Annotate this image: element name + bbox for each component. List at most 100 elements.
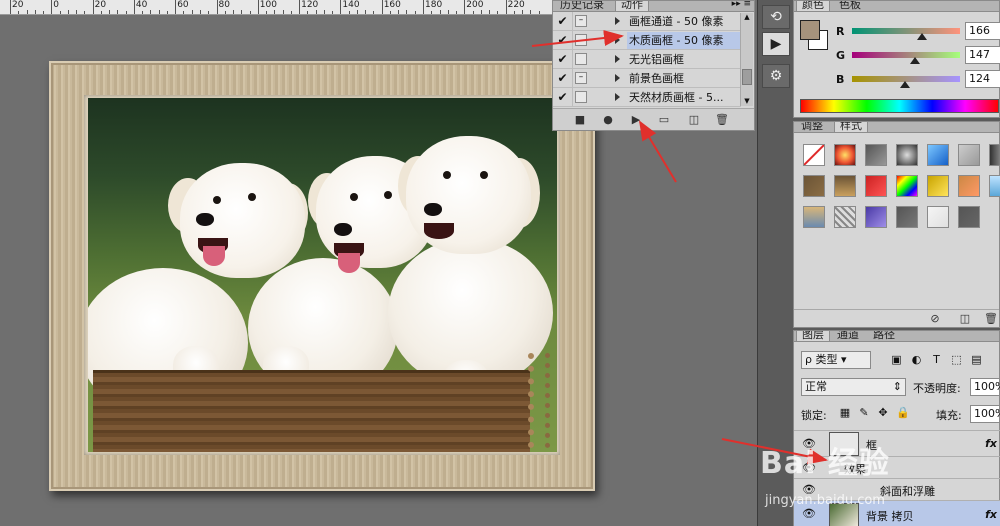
foreground-color-swatch[interactable] [800,20,820,40]
new-action-icon[interactable]: ◫ [687,113,701,127]
channel-knob-icon[interactable] [917,33,928,40]
actions-play-icon[interactable]: ▶ [762,32,790,56]
lock-image-icon[interactable]: ✎ [857,406,871,420]
tab-paths[interactable]: 路径 [868,331,900,341]
expand-triangle-icon[interactable] [615,74,620,82]
style-preset-swatch[interactable] [834,144,856,166]
fill-input[interactable]: 100% [970,405,1000,423]
channel-track[interactable] [852,52,960,58]
ruler-minor-tick [249,11,251,14]
action-row[interactable]: ✔ – 前景色画框 [553,69,741,88]
layer-kind-select[interactable]: ρ 类型 ▾ [801,351,871,369]
ruler-minor-tick [67,10,69,14]
dialog-toggle-icon[interactable] [575,53,587,65]
style-preset-swatch[interactable] [834,206,856,228]
scroll-down-icon[interactable]: ▼ [742,97,752,106]
tab-color[interactable]: 颜色 [796,1,830,11]
ruler-minor-tick [59,11,61,14]
expand-triangle-icon[interactable] [615,17,620,25]
channel-knob-icon[interactable] [899,81,910,88]
style-preset-swatch[interactable] [958,175,980,197]
toggle-check-icon[interactable]: ✔ [553,69,573,88]
scroll-up-icon[interactable]: ▲ [742,13,752,22]
delete-style-icon[interactable]: 🗑 [984,312,998,326]
actions-scrollbar[interactable]: ▲ ▼ [740,13,753,106]
style-preset-swatch[interactable] [958,206,980,228]
filter-pixel-icon[interactable]: ▣ [890,353,903,366]
style-preset-swatch[interactable] [896,175,918,197]
dialog-toggle-icon[interactable] [575,34,587,46]
channel-slider-r[interactable]: R 166 [834,22,1000,47]
style-preset-swatch[interactable] [896,144,918,166]
style-preset-swatch[interactable] [803,206,825,228]
ruler-minor-tick [497,11,499,14]
tab-history[interactable]: 历史记录 [555,1,609,11]
style-preset-swatch[interactable] [865,175,887,197]
filter-type-icon[interactable]: T [930,353,943,366]
panel-menu-icon[interactable]: ▸▸ ≡ [732,1,751,9]
tab-swatches[interactable]: 色板 [834,1,866,11]
dialog-toggle-icon[interactable] [575,91,587,103]
clear-style-icon[interactable]: ⊘ [928,312,942,326]
style-preset-swatch[interactable] [927,144,949,166]
style-preset-swatch[interactable] [958,144,980,166]
new-style-icon[interactable]: ◫ [958,312,972,326]
style-preset-swatch[interactable] [803,175,825,197]
tool-presets-icon[interactable]: ⚙ [762,64,790,88]
channel-track[interactable] [852,28,960,34]
tab-styles[interactable]: 样式 [834,122,868,132]
style-preset-swatch[interactable] [989,175,1000,197]
style-preset-swatch[interactable] [865,206,887,228]
play-icon[interactable]: ▶ [629,113,643,127]
layer-fx-badge[interactable]: fx [985,508,997,521]
scroll-thumb[interactable] [742,69,752,85]
tab-actions[interactable]: 动作 [615,1,649,11]
stop-icon[interactable]: ■ [573,113,587,127]
dialog-toggle-icon[interactable]: – [575,72,587,84]
layer-fx-badge[interactable]: fx [985,437,997,450]
new-set-icon[interactable]: ▭ [657,113,671,127]
style-preset-swatch[interactable] [803,144,825,166]
channel-value-input[interactable]: 166 [965,22,1000,40]
horizontal-ruler: 20 0 20 40 60 80 100 120 140 160 180 200 220 [0,0,552,15]
history-icon[interactable]: ⟲ [762,5,790,29]
expand-triangle-icon[interactable] [615,36,620,44]
filter-shape-icon[interactable]: ⬚ [950,353,963,366]
lock-position-icon[interactable]: ✥ [876,406,890,420]
trash-icon[interactable]: 🗑 [715,113,729,127]
expand-triangle-icon[interactable] [615,93,620,101]
color-spectrum[interactable] [800,99,999,113]
style-preset-swatch[interactable] [927,175,949,197]
toggle-check-icon[interactable]: ✔ [553,50,573,69]
action-row[interactable]: ✔ 天然材质画框 - 5... [553,88,741,107]
tab-channels[interactable]: 通道 [832,331,864,341]
action-row[interactable]: ✔ 无光铝画框 [553,50,741,69]
expand-triangle-icon[interactable] [615,55,620,63]
lock-all-icon[interactable]: 🔒 [896,406,910,420]
dialog-toggle-icon[interactable]: – [575,15,587,27]
action-row[interactable]: ✔ 木质画框 - 50 像素 [553,31,741,50]
style-preset-swatch[interactable] [927,206,949,228]
toggle-check-icon[interactable]: ✔ [553,12,573,31]
toggle-check-icon[interactable]: ✔ [553,31,573,50]
filter-smart-object-icon[interactable]: ▤ [970,353,983,366]
filter-adjustment-icon[interactable]: ◐ [910,353,923,366]
style-preset-swatch[interactable] [865,144,887,166]
channel-knob-icon[interactable] [909,57,920,64]
channel-value-input[interactable]: 124 [965,70,1000,88]
toggle-check-icon[interactable]: ✔ [553,88,573,107]
tab-adjustments[interactable]: 调整 [796,122,828,132]
tab-layers[interactable]: 图层 [796,331,830,341]
channel-value-input[interactable]: 147 [965,46,1000,64]
style-preset-swatch[interactable] [896,206,918,228]
opacity-input[interactable]: 100% [970,378,1000,396]
channel-slider-g[interactable]: G 147 [834,46,1000,71]
channel-slider-b[interactable]: B 124 [834,70,1000,95]
blend-mode-select[interactable]: 正常 ⇕ [801,378,906,396]
visibility-eye-icon[interactable]: 👁 [802,507,816,521]
lock-transparent-icon[interactable]: ▦ [838,406,852,420]
style-preset-swatch[interactable] [989,144,1000,166]
style-preset-swatch[interactable] [834,175,856,197]
action-row[interactable]: ✔ – 画框通道 - 50 像素 [553,12,741,31]
record-icon[interactable]: ● [601,113,615,127]
